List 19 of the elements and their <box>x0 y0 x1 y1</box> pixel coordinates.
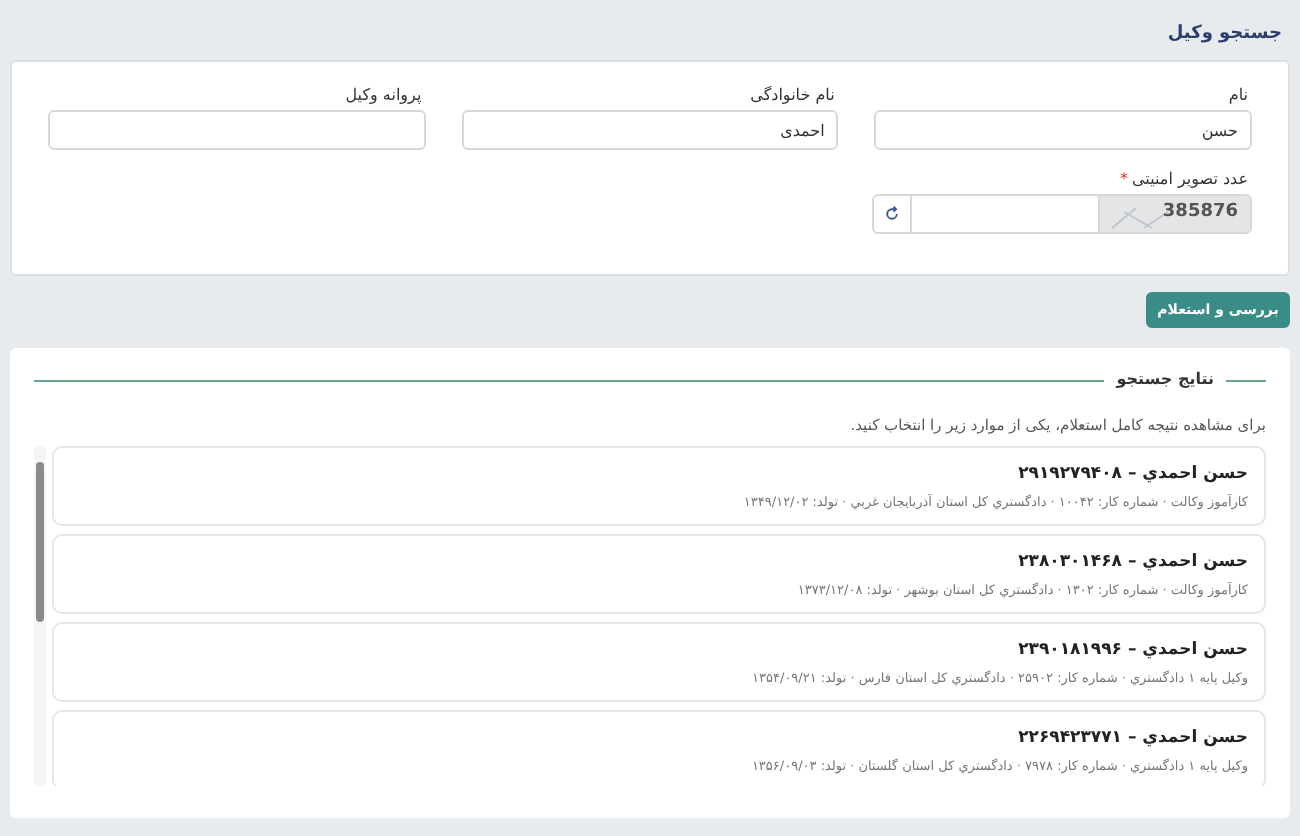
captcha-label: عدد تصویر امنیتی * <box>1118 168 1250 192</box>
field-label: پروانه وکیل <box>343 84 424 108</box>
results-title: نتایج جستجو <box>1116 368 1214 392</box>
required-mark: * <box>1120 170 1129 188</box>
field-label: نام خانوادگی <box>748 84 837 108</box>
scrollbar[interactable] <box>34 446 46 786</box>
result-title: حسن احمدي – ۲۹۱۹۲۷۹۴۰۸ <box>1016 462 1248 488</box>
refresh-button[interactable] <box>872 194 912 234</box>
captcha-input[interactable] <box>912 194 1098 234</box>
text-field[interactable]: حسن <box>874 110 1252 150</box>
text-field[interactable] <box>48 110 426 150</box>
result-title: حسن احمدي – ۲۲۶۹۴۲۳۷۷۱ <box>1016 726 1248 752</box>
result-title: حسن احمدي – ۲۳۸۰۳۰۱۴۶۸ <box>1016 550 1248 576</box>
refresh-icon <box>884 206 900 222</box>
result-title: حسن احمدي – ۲۳۹۰۱۸۱۹۹۶ <box>1016 638 1248 664</box>
page-title: جستجو وکیل <box>1167 22 1282 49</box>
captcha-code: 385876 <box>1162 200 1238 227</box>
field-label: نام <box>1226 84 1250 108</box>
text-field[interactable]: احمدی <box>461 110 839 150</box>
